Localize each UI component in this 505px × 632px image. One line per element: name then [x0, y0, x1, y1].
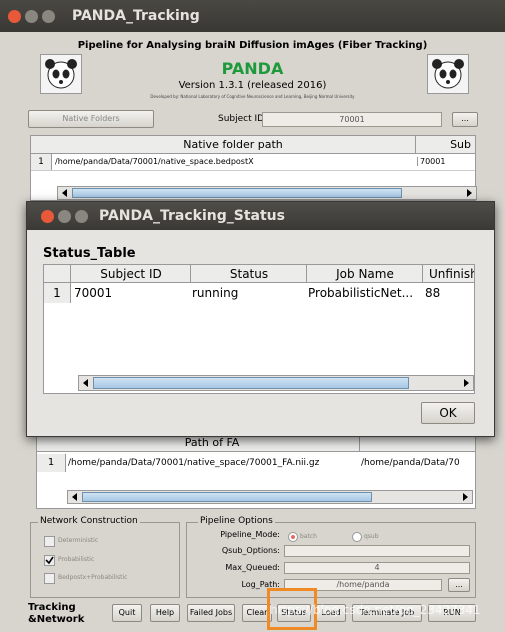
pipeline-title: Pipeline for Analysing braiN Diffusion i… [77, 40, 428, 51]
maximize-icon[interactable] [42, 10, 55, 23]
table-row[interactable]: 1 70001 running ProbabilisticNet... 88 [44, 283, 474, 303]
max-queued-label: Max_Queued: [225, 563, 280, 572]
job-name-cell[interactable]: ProbabilisticNet... [308, 286, 422, 300]
subject-cell[interactable]: 70001 [417, 157, 445, 166]
developer-credit: Developed by: National Laboratory of Cog… [150, 94, 355, 99]
help-button[interactable]: Help [150, 604, 180, 622]
probabilistic-checkbox[interactable] [44, 555, 55, 566]
qsub-options-label: Qsub_Options: [221, 546, 280, 555]
pipeline-mode-label: Pipeline_Mode: [220, 530, 280, 539]
dialog-minimize-icon[interactable] [58, 210, 71, 223]
scroll-thumb[interactable] [93, 377, 409, 389]
checkmark-icon [45, 556, 54, 565]
scroll-left-icon[interactable] [83, 379, 88, 387]
scroll-thumb[interactable] [82, 492, 372, 502]
native-path-cell[interactable]: /home/panda/Data/70001/native_space.bedp… [55, 157, 254, 166]
row-number: 1 [37, 454, 66, 472]
app-name: PANDA [221, 59, 284, 78]
scroll-thumb[interactable] [72, 188, 402, 198]
window-title: PANDA_Tracking [72, 8, 200, 24]
dialog-close-icon[interactable] [41, 210, 54, 223]
mode-label-line2: &Network [28, 614, 85, 625]
unfinished-cell[interactable]: 88 [425, 286, 440, 300]
table-row[interactable]: 1 /home/panda/Data/70001/native_space/70… [37, 454, 475, 472]
column-header-job-name[interactable]: Job Name [306, 265, 423, 283]
pipeline-options-title: Pipeline Options [198, 516, 275, 526]
dialog-title: PANDA_Tracking_Status [99, 208, 285, 224]
mode-label-line1: Tracking [28, 602, 76, 613]
row-number: 1 [44, 283, 71, 303]
scroll-right-icon[interactable] [467, 189, 472, 197]
qsub-radio[interactable] [352, 532, 362, 542]
tracking-network-label: Tracking &Network [28, 602, 84, 626]
bedpostx-probabilistic-label: Bedpostx+Probabilistic [58, 574, 128, 581]
fa-table-scrollbar[interactable] [67, 490, 473, 504]
quit-button[interactable]: Quit [112, 604, 142, 622]
scroll-right-icon[interactable] [463, 493, 468, 501]
failed-jobs-button[interactable]: Failed Jobs [187, 604, 235, 622]
deterministic-checkbox[interactable] [44, 536, 55, 547]
row-number: 1 [31, 154, 52, 170]
close-icon[interactable] [8, 10, 21, 23]
network-construction-title: Network Construction [38, 516, 140, 526]
subject-ids-more-button[interactable]: ... [452, 112, 478, 127]
table-row[interactable]: 1 /home/panda/Data/70001/native_space.be… [31, 154, 475, 171]
subject-id-cell[interactable]: 70001 [74, 286, 112, 300]
dialog-maximize-icon[interactable] [75, 210, 88, 223]
column-header-unfinished[interactable]: Unfinish [422, 265, 474, 283]
status-table-scrollbar[interactable] [78, 375, 474, 391]
bedpostx-probabilistic-checkbox[interactable] [44, 573, 55, 584]
deterministic-label: Deterministic [58, 537, 99, 544]
probabilistic-label: Probabilistic [58, 556, 95, 563]
watermark-text: https://blog.csdn.net/qq_23427341 [270, 603, 481, 617]
scroll-left-icon[interactable] [62, 189, 67, 197]
fa-path-cell-2[interactable]: /home/panda/Data/70 [361, 458, 475, 468]
batch-radio[interactable] [288, 532, 298, 542]
status-dialog: PANDA_Tracking_Status Status_Table Subje… [26, 201, 495, 437]
status-table: Subject ID Status Job Name Unfinish 1 70… [43, 264, 475, 394]
native-table-scrollbar[interactable] [57, 186, 477, 200]
status-table-label: Status_Table [43, 246, 136, 261]
column-header-sub[interactable]: Sub [415, 136, 475, 154]
table-header: Native folder path Sub [31, 136, 475, 154]
subject-ids-field[interactable]: 70001 [262, 112, 442, 127]
scroll-left-icon[interactable] [72, 493, 77, 501]
fa-table: Path of FA 1 /home/panda/Data/70001/nati… [36, 433, 476, 509]
scroll-right-icon[interactable] [464, 379, 469, 387]
column-header-subject-id[interactable]: Subject ID [70, 265, 191, 283]
max-queued-field[interactable]: 4 [284, 562, 470, 574]
fa-path-cell[interactable]: /home/panda/Data/70001/native_space/7000… [68, 458, 358, 468]
version-text: Version 1.3.1 (released 2016) [178, 80, 327, 91]
status-cell[interactable]: running [192, 286, 238, 300]
native-folders-button[interactable]: Native Folders [28, 110, 154, 128]
minimize-icon[interactable] [25, 10, 38, 23]
log-path-more-button[interactable]: ... [448, 578, 470, 592]
ok-button[interactable]: OK [421, 402, 475, 424]
native-folder-table: Native folder path Sub 1 /home/panda/Dat… [30, 135, 477, 201]
column-header-native-path[interactable]: Native folder path [51, 136, 415, 154]
qsub-radio-label: qsub [364, 533, 379, 540]
column-header-status[interactable]: Status [190, 265, 307, 283]
qsub-options-field[interactable] [284, 545, 470, 557]
table-header: Subject ID Status Job Name Unfinish [44, 265, 474, 283]
batch-radio-label: batch [300, 533, 317, 540]
